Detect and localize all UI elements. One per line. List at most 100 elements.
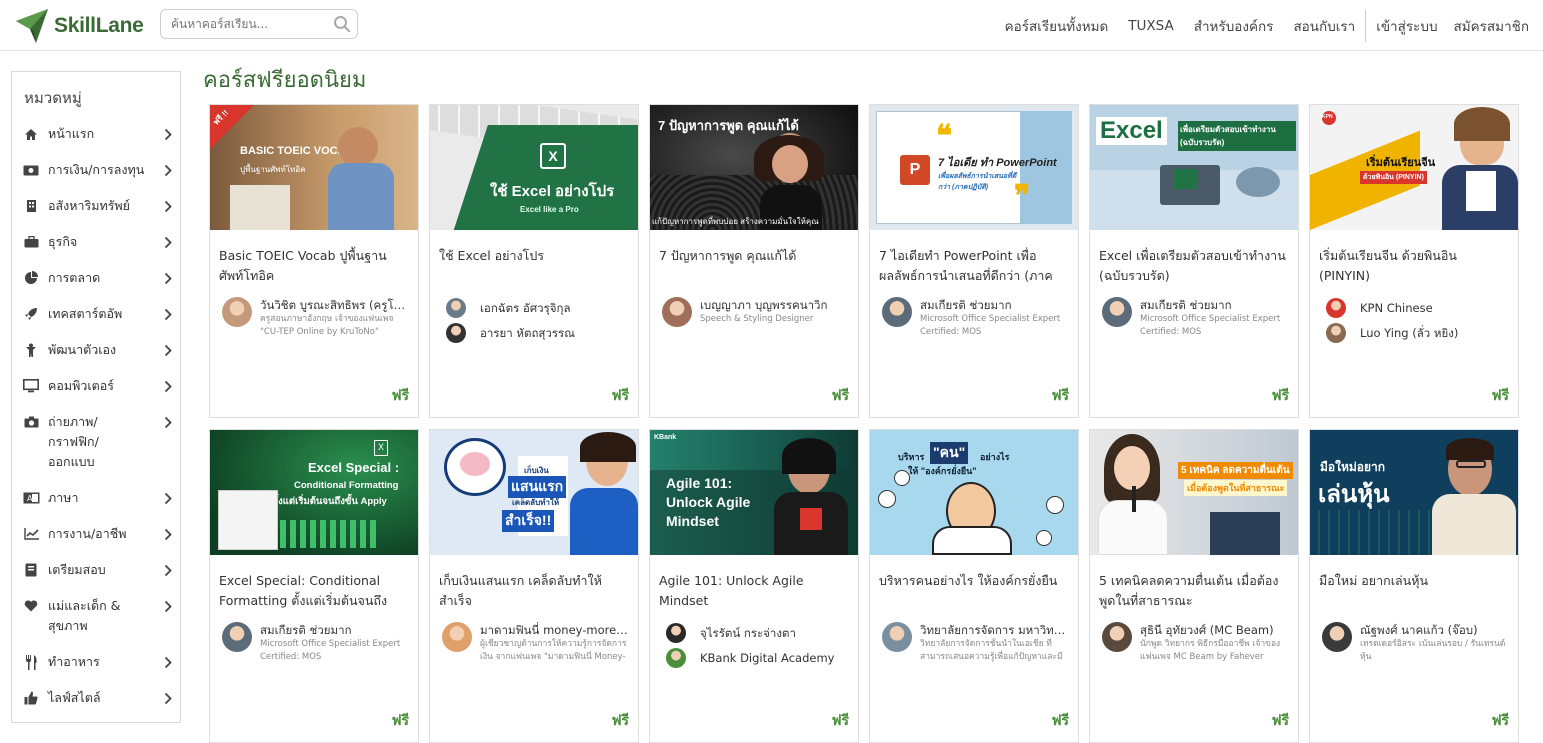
instructor-name: จุไรรัตน์ กระจ่างตา [700,626,796,640]
nav-business[interactable]: สำหรับองค์กร [1184,15,1284,37]
price-label: ฟรี [611,388,629,404]
instructor[interactable]: KBank Digital Academy [662,648,852,668]
course-title[interactable]: Basic TOEIC Vocab ปูพื้นฐานศัพท์โทอิค [219,246,409,286]
sidebar-item-person[interactable]: พัฒนาตัวเอง [22,340,174,360]
sidebar-item-thumbs-up[interactable]: ไลฟ์สไตล์ [22,688,174,708]
course-thumbnail[interactable]: บริหาร "คน" อย่างไร ให้ "องค์กรยั่งยืน" [870,430,1078,555]
course-thumbnail[interactable]: ❝ ❞ P 7 ไอเดีย ทำ PowerPoint เพื่อผลลัพธ… [870,105,1078,230]
instructor[interactable]: สมเกียรติ ช่วยมาก Microsoft Office Speci… [222,622,412,664]
course-title[interactable]: บริหารคนอย่างไร ให้องค์กรยั่งยืน [879,571,1069,591]
instructor[interactable]: อารยา หัตถสุวรรณ [442,323,632,343]
thumb-title: BASIC TOEIC VOCAB [240,145,354,157]
course-thumbnail[interactable]: X ใช้ Excel อย่างโปร Excel like a Pro [430,105,638,230]
instructor[interactable]: จุไรรัตน์ กระจ่างตา [662,623,852,643]
signup-link[interactable]: สมัครสมาชิก [1444,15,1529,37]
sidebar-item-briefcase[interactable]: ธุรกิจ [22,232,174,252]
course-card[interactable]: เก็บเงิน แสนแรก เคล็ดลับทำให้ สำเร็จ!! เ… [429,429,639,743]
course-title[interactable]: 7 ปัญหาการพูด คุณแก้ได้ [659,246,849,266]
instructor-name: มาดามฟินนี่ money-more-fin [480,623,630,637]
course-thumbnail[interactable]: 5 เทคนิค ลดความตื่นเต้น เมื่อต้องพูดในที… [1090,430,1298,555]
instructor-avatar [1326,298,1346,318]
course-title[interactable]: มือใหม่ อยากเล่นหุ้น [1319,571,1509,591]
course-thumbnail[interactable]: KPN เริ่มต้นเรียนจีน ด้วยพินอิน (PINYIN) [1310,105,1518,230]
course-title[interactable]: เก็บเงินแสนแรก เคล็ดลับทำให้สำเร็จ [439,571,629,611]
chevron-right-icon [162,652,174,672]
course-card[interactable]: KBank Agile 101: Unlock Agile Mindset Ag… [649,429,859,743]
course-title[interactable]: 5 เทคนิคลดความตื่นเต้น เมื่อต้องพูดในที่… [1099,571,1289,611]
money-icon [22,160,40,180]
nav-tuxsa[interactable]: TUXSA [1118,18,1183,34]
course-thumbnail[interactable]: ฟรี !! BASIC TOEIC VOCAB ปูพื้นฐานศัพท์โ… [210,105,418,230]
thumb-subtitle: Excel like a Pro [520,205,579,214]
course-card[interactable]: 7 ปัญหาการพูด คุณแก้ได้ แก้ปัญหาการพูดที… [649,104,859,418]
instructor-description: ครูสอนภาษาอังกฤษ เจ้าของแฟนเพจ "CU-TEP O… [260,314,394,337]
course-card[interactable]: บริหาร "คน" อย่างไร ให้ "องค์กรยั่งยืน" … [869,429,1079,743]
chevron-right-icon [162,196,174,216]
sidebar-item-home[interactable]: หน้าแรก [22,124,174,144]
sidebar-item-building[interactable]: อสังหาริมทรัพย์ [22,196,174,216]
thumb-pretitle-2: อย่างไร [980,452,1010,462]
sidebar-item-heart[interactable]: แม่และเด็ก & สุขภาพ [22,596,174,636]
course-thumbnail[interactable]: เก็บเงิน แสนแรก เคล็ดลับทำให้ สำเร็จ!! [430,430,638,555]
course-thumbnail[interactable]: 7 ปัญหาการพูด คุณแก้ได้ แก้ปัญหาการพูดที… [650,105,858,230]
logo-mark-icon [16,9,48,43]
course-card[interactable]: ❝ ❞ P 7 ไอเดีย ทำ PowerPoint เพื่อผลลัพธ… [869,104,1079,418]
instructor-description: Microsoft Office Specialist Expert Certi… [1140,314,1281,337]
course-card[interactable]: Excel เพื่อเตรียมตัวสอบเข้าทำงาน (ฉบับรว… [1089,104,1299,418]
sidebar-item-chart-line[interactable]: การงาน/อาชีพ [22,524,174,544]
sidebar-item-label: ภาษา [48,490,79,505]
price-label: ฟรี [831,713,849,729]
sidebar-item-monitor[interactable]: คอมพิวเตอร์ [22,376,174,396]
course-title[interactable]: Excel Special: Conditional Formatting ตั… [219,571,409,611]
thumb-title: 5 เทคนิค ลดความตื่นเต้น [1178,462,1293,479]
course-thumbnail[interactable]: Excel เพื่อเตรียมตัวสอบเข้าทำงาน (ฉบับรว… [1090,105,1298,230]
sidebar-item-cutlery[interactable]: ทำอาหาร [22,652,174,672]
instructor[interactable]: KPN Chinese [1322,298,1512,318]
course-card[interactable]: มือใหม่อยาก เล่นหุ้น มือใหม่ อยากเล่นหุ้… [1309,429,1519,743]
instructor[interactable]: ณัฐพงศ์ นาคแก้ว (จ๊อบ) เทรดเดอร์อิสระ เน… [1322,622,1512,664]
sidebar-item-money[interactable]: การเงิน/การลงทุน [22,160,174,180]
instructor-name: KBank Digital Academy [700,651,835,665]
course-title[interactable]: 7 ไอเดียทำ PowerPoint เพื่อผลลัพธ์การนำเ… [879,246,1069,286]
course-card[interactable]: ฟรี !! BASIC TOEIC VOCAB ปูพื้นฐานศัพท์โ… [209,104,419,418]
nav-teach[interactable]: สอนกับเรา [1283,15,1365,37]
thumb-title: เล่นหุ้น [1318,481,1390,508]
course-thumbnail[interactable]: KBank Agile 101: Unlock Agile Mindset [650,430,858,555]
thumb-subtitle: ด้วยพินอิน (PINYIN) [1360,171,1427,184]
instructor[interactable]: Luo Ying (ลั่ว หยิง) [1322,323,1512,343]
course-card[interactable]: X Excel Special : Conditional Formatting… [209,429,419,743]
thumb-title: "คน" [930,442,969,464]
course-title[interactable]: Agile 101: Unlock Agile Mindset [659,571,849,611]
instructor[interactable]: สมเกียรติ ช่วยมาก Microsoft Office Speci… [882,297,1072,339]
course-card[interactable]: KPN เริ่มต้นเรียนจีน ด้วยพินอิน (PINYIN)… [1309,104,1519,418]
sidebar-item-rocket[interactable]: เทคสตาร์ตอัพ [22,304,174,324]
top-header: SkillLane คอร์สเรียนทั้งหมด TUXSA สำหรับ… [0,0,1543,51]
chevron-right-icon [162,160,174,180]
sidebar-item-label: ธุรกิจ [48,234,78,249]
instructor[interactable]: วันวิชิต บูรณะสิทธิพร (ครูโตโน่) ครูสอนภ… [222,297,412,339]
instructor[interactable]: วิทยาลัยการจัดการ มหาวิทยา... วิทยาลัยกา… [882,622,1072,664]
instructor[interactable]: สุธินี อุทัยวงศ์ (MC Beam) นักพูด วิทยาก… [1102,622,1292,664]
search-icon[interactable] [333,15,351,33]
instructor[interactable]: มาดามฟินนี่ money-more-fin ผู้เชี่ยวชาญด… [442,622,632,664]
thumb-title: 7 ไอเดีย ทำ PowerPoint [938,157,1057,169]
course-card[interactable]: X ใช้ Excel อย่างโปร Excel like a Pro ใช้… [429,104,639,418]
course-title[interactable]: Excel เพื่อเตรียมตัวสอบเข้าทำงาน (ฉบับรว… [1099,246,1289,286]
sidebar-item-pie-chart[interactable]: การตลาด [22,268,174,288]
sidebar-item-camera[interactable]: ถ่ายภาพ/ กราฟฟิก/ ออกแบบ [22,412,174,472]
nav-all-courses[interactable]: คอร์สเรียนทั้งหมด [995,15,1119,37]
instructor[interactable]: เบญญาภา บุญพรรคนาวิก Speech & Styling De… [662,297,852,327]
course-thumbnail[interactable]: X Excel Special : Conditional Formatting… [210,430,418,555]
login-link[interactable]: เข้าสู่ระบบ [1366,15,1443,37]
search-input[interactable] [171,17,331,31]
skilllane-logo[interactable]: SkillLane [14,6,144,46]
instructor[interactable]: สมเกียรติ ช่วยมาก Microsoft Office Speci… [1102,297,1292,339]
instructor[interactable]: เอกฉัตร อัศวรุจิกุล [442,298,632,318]
course-title[interactable]: เริ่มต้นเรียนจีน ด้วยพินอิน (PINYIN) [1319,246,1509,286]
sidebar-item-language[interactable]: A ภาษา [22,488,174,508]
course-thumbnail[interactable]: มือใหม่อยาก เล่นหุ้น [1310,430,1518,555]
course-card[interactable]: 5 เทคนิค ลดความตื่นเต้น เมื่อต้องพูดในที… [1089,429,1299,743]
sidebar-item-book[interactable]: เตรียมสอบ [22,560,174,580]
chevron-right-icon [162,268,174,288]
course-title[interactable]: ใช้ Excel อย่างโปร [439,246,629,266]
